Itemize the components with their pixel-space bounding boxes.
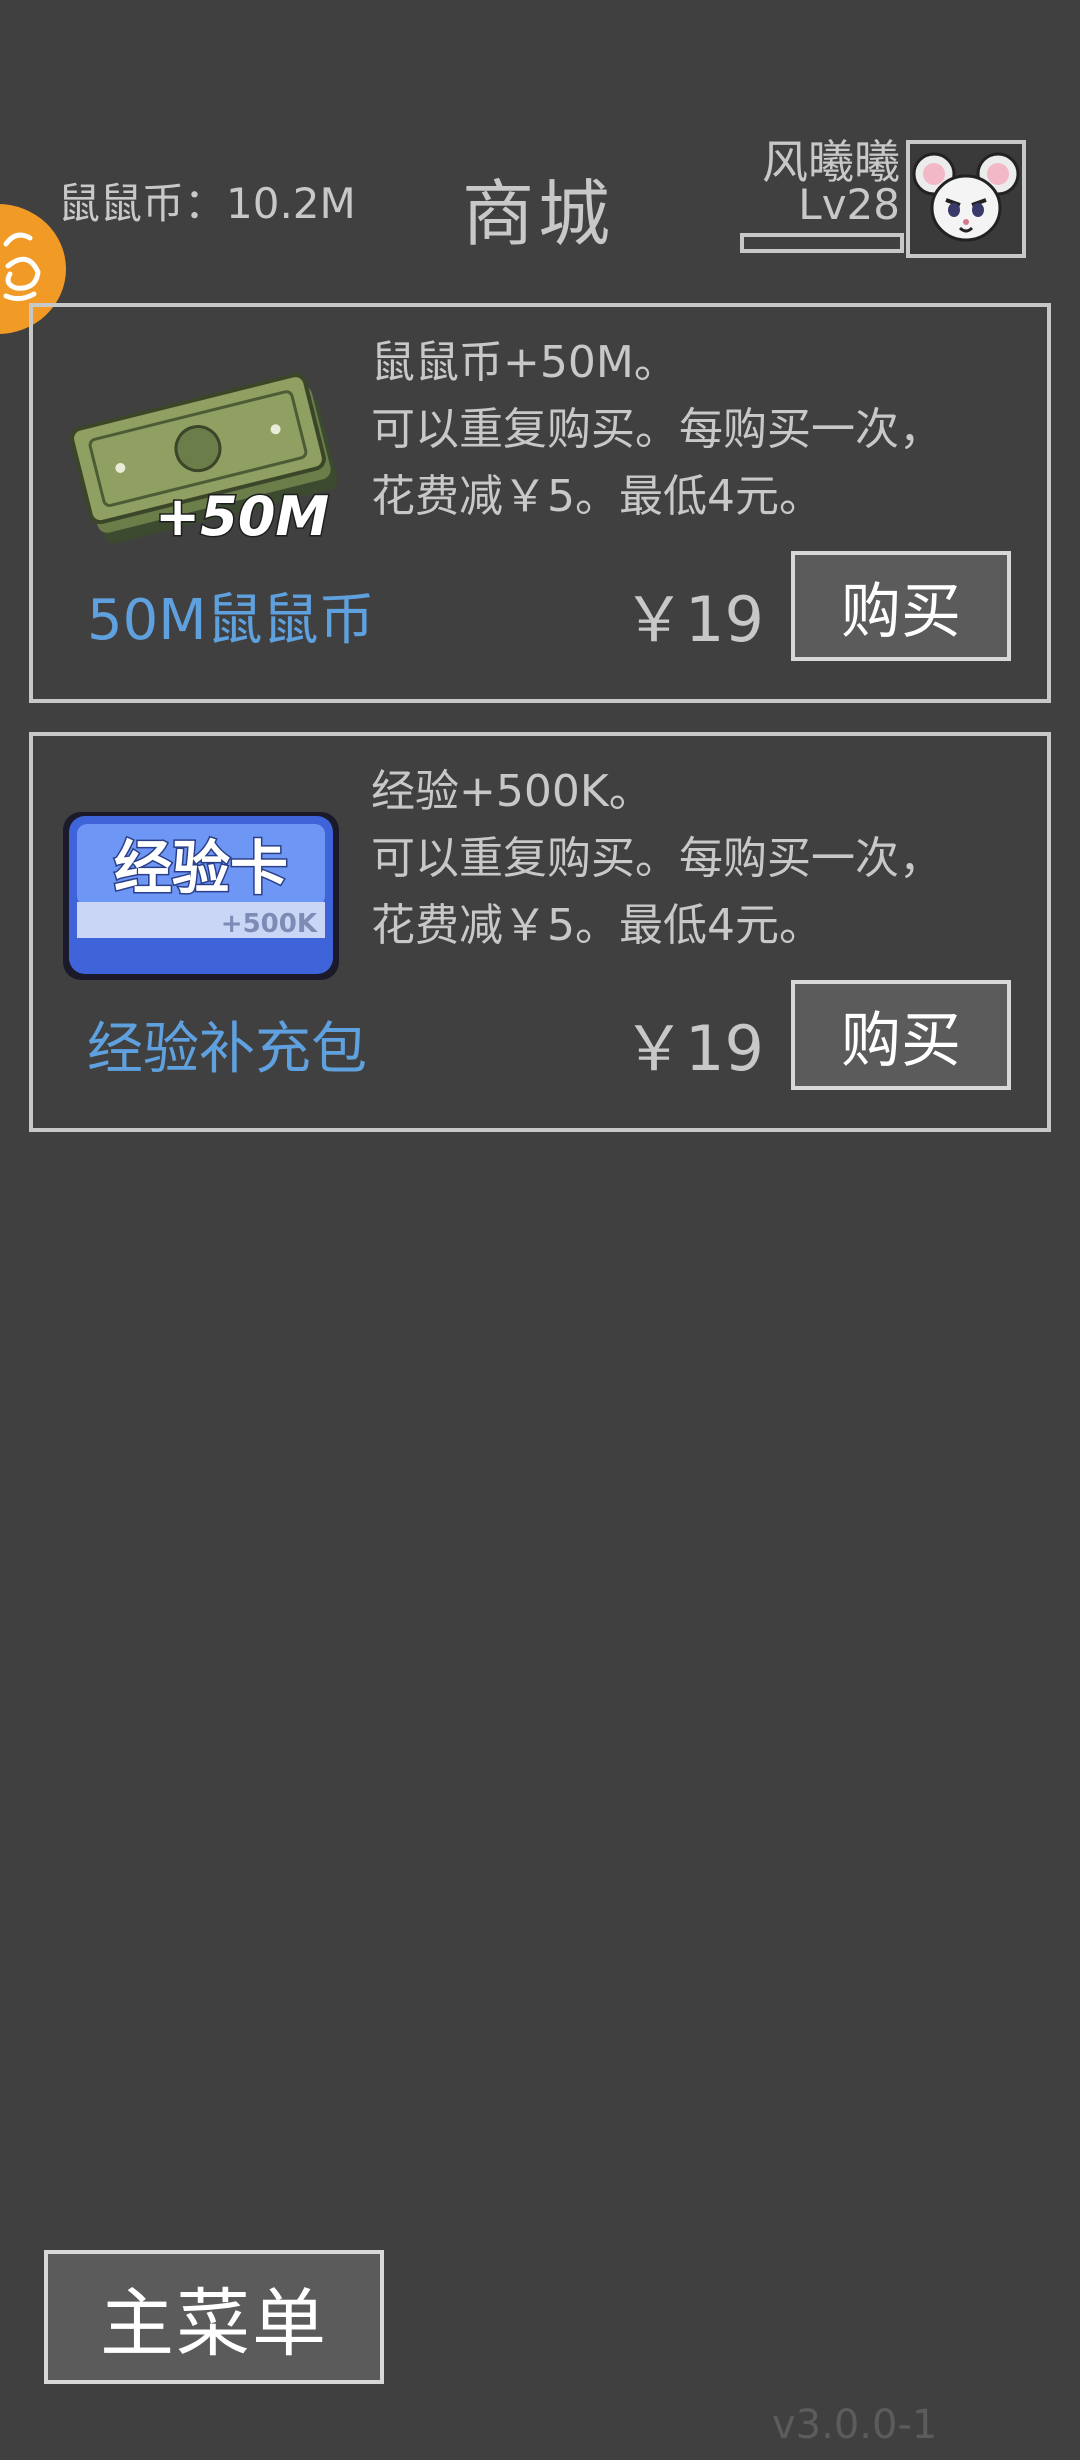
main-menu-button[interactable]: 主菜单 — [44, 2250, 384, 2384]
item-description: 鼠鼠币+50M。 可以重复购买。每购买一次， 花费减￥5。最低4元。 — [371, 329, 1051, 530]
description-line: 经验+500K。 — [371, 766, 653, 817]
experience-bar — [740, 233, 904, 253]
user-level: Lv28 — [798, 180, 900, 229]
description-line: 花费减￥5。最低4元。 — [371, 471, 823, 522]
buy-button[interactable]: 购买 — [791, 980, 1011, 1090]
description-line: 可以重复购买。每购买一次， — [371, 833, 943, 884]
version-label: v3.0.0-1 — [772, 2402, 938, 2448]
item-price: ￥19 — [623, 1012, 764, 1085]
exp-card-icon: 经验卡 +500K — [63, 812, 339, 980]
description-line: 花费减￥5。最低4元。 — [371, 900, 823, 951]
shop-screen: 鼠鼠币：10.2M 商城 风曦曦 Lv28 +50M 鼠鼠币+50M。 可以重复… — [0, 0, 1080, 2460]
avatar[interactable] — [906, 140, 1026, 258]
currency-balance: 鼠鼠币：10.2M — [58, 179, 356, 228]
exp-card-image: 经验卡 +500K — [55, 766, 355, 996]
item-name: 经验补充包 — [87, 1017, 367, 1082]
exp-card-amount: +500K — [221, 909, 318, 939]
page-title: 商城 — [462, 172, 615, 256]
description-line: 鼠鼠币+50M。 — [371, 337, 678, 388]
description-line: 可以重复购买。每购买一次， — [371, 404, 943, 455]
buy-button[interactable]: 购买 — [791, 551, 1011, 661]
money-stack-image: +50M — [55, 337, 355, 567]
shop-item-exp: 经验卡 +500K 经验+500K。 可以重复购买。每购买一次， 花费减￥5。最… — [29, 732, 1051, 1132]
item-name: 50M鼠鼠币 — [87, 588, 375, 653]
item-price: ￥19 — [623, 583, 764, 656]
item-description: 经验+500K。 可以重复购买。每购买一次， 花费减￥5。最低4元。 — [371, 758, 1051, 959]
shop-item-coins: +50M 鼠鼠币+50M。 可以重复购买。每购买一次， 花费减￥5。最低4元。 … — [29, 303, 1051, 703]
money-amount-label: +50M — [155, 485, 329, 548]
mouse-avatar-icon — [912, 152, 1020, 242]
exp-card-title: 经验卡 — [114, 834, 288, 902]
money-stack-icon: +50M — [70, 373, 338, 550]
